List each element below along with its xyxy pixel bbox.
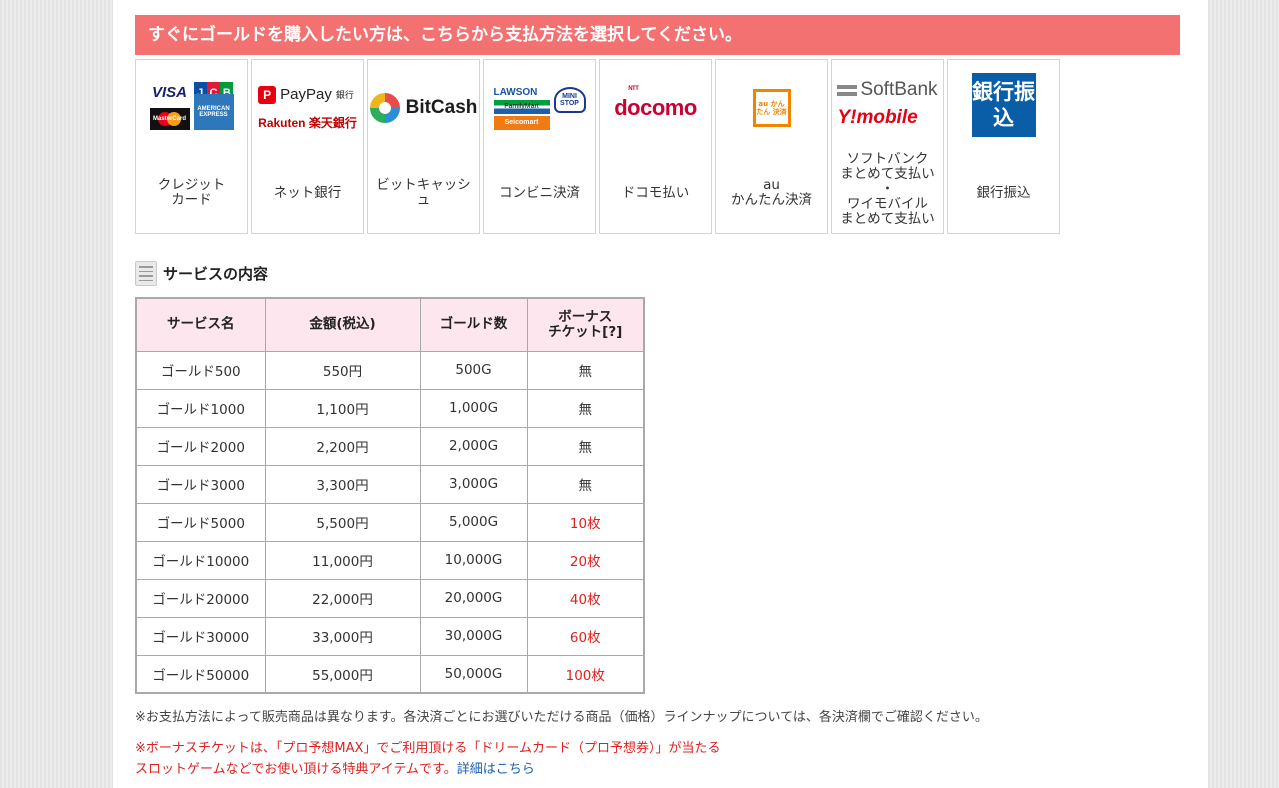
bitcash-logo: BitCash [368,68,479,148]
cell-gold: 30,000G [419,616,528,656]
cell-bonus: 無 [526,350,645,390]
table-row: ゴールド5000 5,500円 5,000G 10枚 [135,502,645,542]
cell-gold: 2,000G [419,426,528,466]
docomo-logo: NTT docomo [614,86,697,120]
payment-method-label: ドコモ払い [621,184,690,201]
payment-method-label: 銀行振込 [976,184,1031,201]
document-icon [135,261,157,286]
cell-service-name: ゴールド2000 [135,426,266,466]
payment-method-label: ビットキャッシュ [376,177,471,208]
cell-gold: 5,000G [419,502,528,542]
cell-bonus: 40枚 [526,578,645,618]
cell-service-name: ゴールド50000 [135,654,266,694]
table-row: ゴールド20000 22,000円 20,000G 40枚 [135,578,645,618]
table-row: ゴールド10000 11,000円 10,000G 20枚 [135,540,645,580]
header-service-name: サービス名 [135,297,266,352]
section-header: サービスの内容 [135,261,268,286]
amex-logo: AMERICAN EXPRESS [193,94,234,130]
cell-service-name: ゴールド500 [135,350,266,390]
lawson-logo: LAWSON [493,86,538,98]
cell-bonus: 20枚 [526,540,645,580]
cell-gold: 1,000G [419,388,528,428]
rakuten-bank-logo: Rakuten 楽天銀行 [258,115,357,130]
header-price: 金額(税込) [264,297,421,352]
payment-method-convenience-store[interactable]: LAWSON MINI STOP FamilyMart Seicomart コン… [483,59,596,234]
familymart-logo: FamilyMart [493,99,550,114]
cell-price: 22,000円 [264,578,421,618]
cell-gold: 20,000G [419,578,528,618]
cell-service-name: ゴールド5000 [135,502,266,542]
cell-bonus: 100枚 [526,654,645,694]
payment-method-label: au かんたん決済 [731,177,812,208]
cell-price: 2,200円 [264,426,421,466]
table-row: ゴールド1000 1,100円 1,000G 無 [135,388,645,428]
mastercard-logo: MasterCard [149,108,190,130]
cell-service-name: ゴールド1000 [135,388,266,428]
visa-logo: VISA [151,84,187,101]
payment-methods: VISA J C B MasterCard AMERICAN EXPRESS ク… [135,59,1060,234]
softbank-logos: SoftBank Y!mobile [832,74,943,134]
cell-bonus: 10枚 [526,502,645,542]
main-content: すぐにゴールドを購入したい方は、こちらから支払方法を選択してください。 VISA… [113,0,1208,788]
net-bank-logos: P PayPay 銀行 Rakuten 楽天銀行 [252,68,363,148]
cell-gold: 50,000G [419,654,528,694]
convenience-store-logos: LAWSON MINI STOP FamilyMart Seicomart [484,68,595,148]
table-row: ゴールド50000 55,000円 50,000G 100枚 [135,654,645,694]
payment-method-credit-card[interactable]: VISA J C B MasterCard AMERICAN EXPRESS ク… [135,59,248,234]
cell-bonus: 無 [526,464,645,504]
header-gold: ゴールド数 [419,297,528,352]
ministop-logo: MINI STOP [553,87,586,113]
payment-method-label: ネット銀行 [273,184,342,201]
payment-method-softbank[interactable]: SoftBank Y!mobile ソフトバンク まとめて支払い ・ ワイモバイ… [831,59,944,234]
service-table: サービス名 金額(税込) ゴールド数 ボーナス チケット[?] ゴールド500 5… [135,297,645,694]
header-bonus-ticket[interactable]: ボーナス チケット[?] [526,297,645,352]
payment-method-bitcash[interactable]: BitCash ビットキャッシュ [367,59,480,234]
paypay-icon: P [258,85,277,104]
table-row: ゴールド3000 3,300円 3,000G 無 [135,464,645,504]
ymobile-logo: Y!mobile [837,107,918,128]
payment-method-net-bank[interactable]: P PayPay 銀行 Rakuten 楽天銀行 ネット銀行 [251,59,364,234]
payment-method-label: クレジット カード [157,177,226,208]
cell-price: 550円 [264,350,421,390]
cell-price: 33,000円 [264,616,421,656]
paypay-logo: P PayPay 銀行 [258,85,354,104]
table-row: ゴールド2000 2,200円 2,000G 無 [135,426,645,466]
payment-banner: すぐにゴールドを購入したい方は、こちらから支払方法を選択してください。 [135,15,1180,55]
bitcash-icon [369,93,400,123]
cell-price: 3,300円 [264,464,421,504]
cell-bonus: 無 [526,388,645,428]
section-title: サービスの内容 [163,265,269,283]
cell-gold: 500G [419,350,528,390]
softbank-logo: SoftBank [837,79,938,101]
details-link[interactable]: 詳細はこちら [457,762,535,777]
bonus-ticket-note: ※ボーナスチケットは、「プロ予想MAX」でご利用頂ける「ドリームカード（プロ予想… [135,741,721,777]
bank-transfer-logo: 銀行振込 [948,70,1059,140]
cell-price: 11,000円 [264,540,421,580]
cell-bonus: 60枚 [526,616,645,656]
cell-price: 1,100円 [264,388,421,428]
payment-method-bank-transfer[interactable]: 銀行振込 銀行振込 [947,59,1060,234]
payment-method-docomo[interactable]: NTT docomo ドコモ払い [599,59,712,234]
cell-service-name: ゴールド30000 [135,616,266,656]
cell-service-name: ゴールド20000 [135,578,266,618]
table-header-row: サービス名 金額(税込) ゴールド数 ボーナス チケット[?] [135,297,645,352]
cell-gold: 10,000G [419,540,528,580]
payment-method-au[interactable]: au かんたん 決済 au かんたん決済 [715,59,828,234]
seicomart-logo: Seicomart [493,115,550,130]
table-row: ゴールド500 550円 500G 無 [135,350,645,390]
table-row: ゴールド30000 33,000円 30,000G 60枚 [135,616,645,656]
payment-method-label: ソフトバンク まとめて支払い ・ ワイモバイル まとめて支払い [840,150,935,227]
credit-card-logos: VISA J C B MasterCard AMERICAN EXPRESS [136,68,247,148]
au-logo: au かんたん 決済 [716,68,827,148]
cell-bonus: 無 [526,426,645,466]
payment-note: ※お支払方法によって販売商品は異なります。各決済ごとにお選びいただける商品（価格… [135,710,988,725]
payment-method-label: コンビニ決済 [499,184,580,201]
cell-service-name: ゴールド3000 [135,464,266,504]
cell-service-name: ゴールド10000 [135,540,266,580]
cell-price: 5,500円 [264,502,421,542]
cell-gold: 3,000G [419,464,528,504]
cell-price: 55,000円 [264,654,421,694]
